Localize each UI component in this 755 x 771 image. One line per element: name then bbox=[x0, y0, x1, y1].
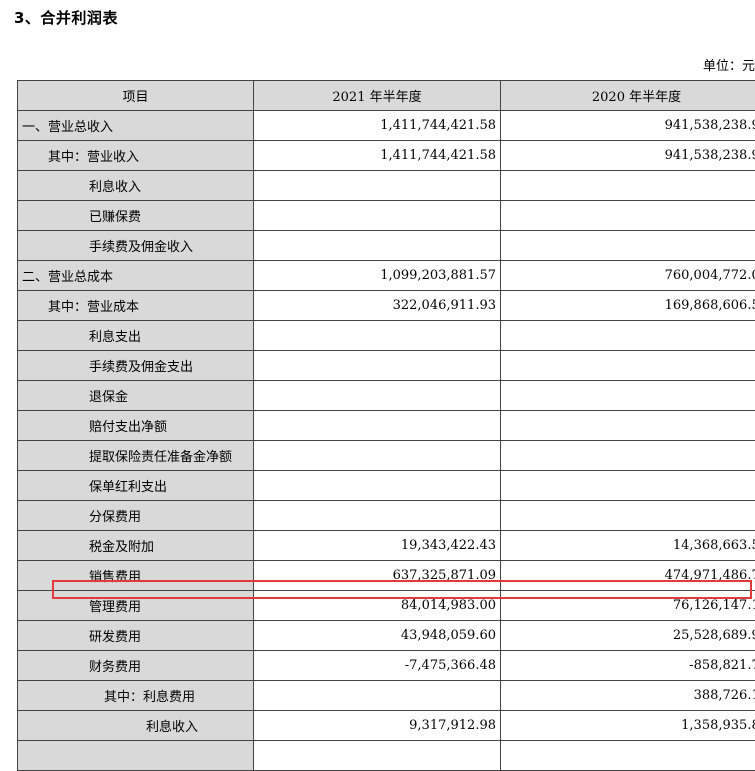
value-2020 bbox=[501, 471, 755, 501]
row-label: 手续费及佣金收入 bbox=[18, 231, 254, 261]
table-row: 手续费及佣金支出 bbox=[18, 351, 755, 381]
value-2020: 388,726.16 bbox=[501, 681, 755, 711]
row-label: 利息收入 bbox=[18, 171, 254, 201]
row-label bbox=[18, 741, 254, 771]
value-2020 bbox=[501, 501, 755, 531]
value-2021: 43,948,059.60 bbox=[254, 621, 501, 651]
value-2020: 760,004,772.05 bbox=[501, 261, 755, 291]
value-2021 bbox=[254, 411, 501, 441]
row-label: 赔付支出净额 bbox=[18, 411, 254, 441]
value-2020 bbox=[501, 351, 755, 381]
value-2021: 1,411,744,421.58 bbox=[254, 141, 501, 171]
value-2021 bbox=[254, 321, 501, 351]
value-2021 bbox=[254, 231, 501, 261]
value-2021 bbox=[254, 201, 501, 231]
value-2021 bbox=[254, 351, 501, 381]
table-header-row: 项目 2021 年半年度 2020 年半年度 bbox=[18, 81, 755, 111]
value-2021: 637,325,871.09 bbox=[254, 561, 501, 591]
row-label: 利息支出 bbox=[18, 321, 254, 351]
table-row: 手续费及佣金收入 bbox=[18, 231, 755, 261]
value-2020: 25,528,689.95 bbox=[501, 621, 755, 651]
value-2020 bbox=[501, 411, 755, 441]
value-2020: 941,538,238.93 bbox=[501, 111, 755, 141]
value-2020: 1,358,935.88 bbox=[501, 711, 755, 741]
value-2020 bbox=[501, 741, 755, 771]
column-header-item: 项目 bbox=[18, 81, 254, 111]
table-row: 已赚保费 bbox=[18, 201, 755, 231]
row-label: 其中：营业成本 bbox=[18, 291, 254, 321]
row-label: 财务费用 bbox=[18, 651, 254, 681]
value-2020: 76,126,147.16 bbox=[501, 591, 755, 621]
table-row bbox=[18, 741, 755, 771]
row-label: 其中：利息费用 bbox=[18, 681, 254, 711]
table-row: 提取保险责任准备金净额 bbox=[18, 441, 755, 471]
row-label: 分保费用 bbox=[18, 501, 254, 531]
row-label: 研发费用 bbox=[18, 621, 254, 651]
table-row: 一、营业总收入 1,411,744,421.58 941,538,238.93 bbox=[18, 111, 755, 141]
table-row: 税金及附加 19,343,422.43 14,368,663.53 bbox=[18, 531, 755, 561]
value-2021: 1,411,744,421.58 bbox=[254, 111, 501, 141]
row-label: 退保金 bbox=[18, 381, 254, 411]
unit-label: 单位：元 bbox=[703, 55, 755, 74]
value-2021 bbox=[254, 501, 501, 531]
value-2021: 9,317,912.98 bbox=[254, 711, 501, 741]
row-label: 其中：营业收入 bbox=[18, 141, 254, 171]
row-label: 二、营业总成本 bbox=[18, 261, 254, 291]
table-row-highlighted: 销售费用 637,325,871.09 474,971,486.70 bbox=[18, 561, 755, 591]
row-label: 利息收入 bbox=[18, 711, 254, 741]
value-2020 bbox=[501, 321, 755, 351]
table-row: 利息收入 bbox=[18, 171, 755, 201]
row-label: 已赚保费 bbox=[18, 201, 254, 231]
table-row: 分保费用 bbox=[18, 501, 755, 531]
value-2021 bbox=[254, 471, 501, 501]
value-2020: 169,868,606.50 bbox=[501, 291, 755, 321]
row-label: 税金及附加 bbox=[18, 531, 254, 561]
section-heading: 3、合并利润表 bbox=[14, 7, 118, 28]
table-row: 管理费用 84,014,983.00 76,126,147.16 bbox=[18, 591, 755, 621]
value-2020 bbox=[501, 201, 755, 231]
value-2021 bbox=[254, 441, 501, 471]
value-2021: -7,475,366.48 bbox=[254, 651, 501, 681]
value-2020: 14,368,663.53 bbox=[501, 531, 755, 561]
value-2021: 322,046,911.93 bbox=[254, 291, 501, 321]
table-row: 二、营业总成本 1,099,203,881.57 760,004,772.05 bbox=[18, 261, 755, 291]
value-2021 bbox=[254, 171, 501, 201]
value-2020: -858,821.79 bbox=[501, 651, 755, 681]
row-label: 提取保险责任准备金净额 bbox=[18, 441, 254, 471]
value-2021: 84,014,983.00 bbox=[254, 591, 501, 621]
value-2020 bbox=[501, 231, 755, 261]
column-header-2021: 2021 年半年度 bbox=[254, 81, 501, 111]
table-row: 利息收入 9,317,912.98 1,358,935.88 bbox=[18, 711, 755, 741]
table-row: 财务费用 -7,475,366.48 -858,821.79 bbox=[18, 651, 755, 681]
value-2020 bbox=[501, 171, 755, 201]
row-label: 一、营业总收入 bbox=[18, 111, 254, 141]
value-2021 bbox=[254, 741, 501, 771]
table-row: 退保金 bbox=[18, 381, 755, 411]
value-2020 bbox=[501, 441, 755, 471]
table-row: 其中：营业成本 322,046,911.93 169,868,606.50 bbox=[18, 291, 755, 321]
value-2020: 474,971,486.70 bbox=[501, 561, 755, 591]
income-statement-table: 项目 2021 年半年度 2020 年半年度 一、营业总收入 1,411,744… bbox=[17, 80, 755, 771]
table-row: 研发费用 43,948,059.60 25,528,689.95 bbox=[18, 621, 755, 651]
column-header-2020: 2020 年半年度 bbox=[501, 81, 755, 111]
table-row: 其中：营业收入 1,411,744,421.58 941,538,238.93 bbox=[18, 141, 755, 171]
row-label: 手续费及佣金支出 bbox=[18, 351, 254, 381]
row-label: 销售费用 bbox=[18, 561, 254, 591]
value-2020: 941,538,238.93 bbox=[501, 141, 755, 171]
row-label: 保单红利支出 bbox=[18, 471, 254, 501]
table-row: 利息支出 bbox=[18, 321, 755, 351]
value-2021: 1,099,203,881.57 bbox=[254, 261, 501, 291]
value-2021: 19,343,422.43 bbox=[254, 531, 501, 561]
table-row: 赔付支出净额 bbox=[18, 411, 755, 441]
table-row: 保单红利支出 bbox=[18, 471, 755, 501]
row-label: 管理费用 bbox=[18, 591, 254, 621]
value-2020 bbox=[501, 381, 755, 411]
value-2021 bbox=[254, 681, 501, 711]
table-row: 其中：利息费用 388,726.16 bbox=[18, 681, 755, 711]
value-2021 bbox=[254, 381, 501, 411]
